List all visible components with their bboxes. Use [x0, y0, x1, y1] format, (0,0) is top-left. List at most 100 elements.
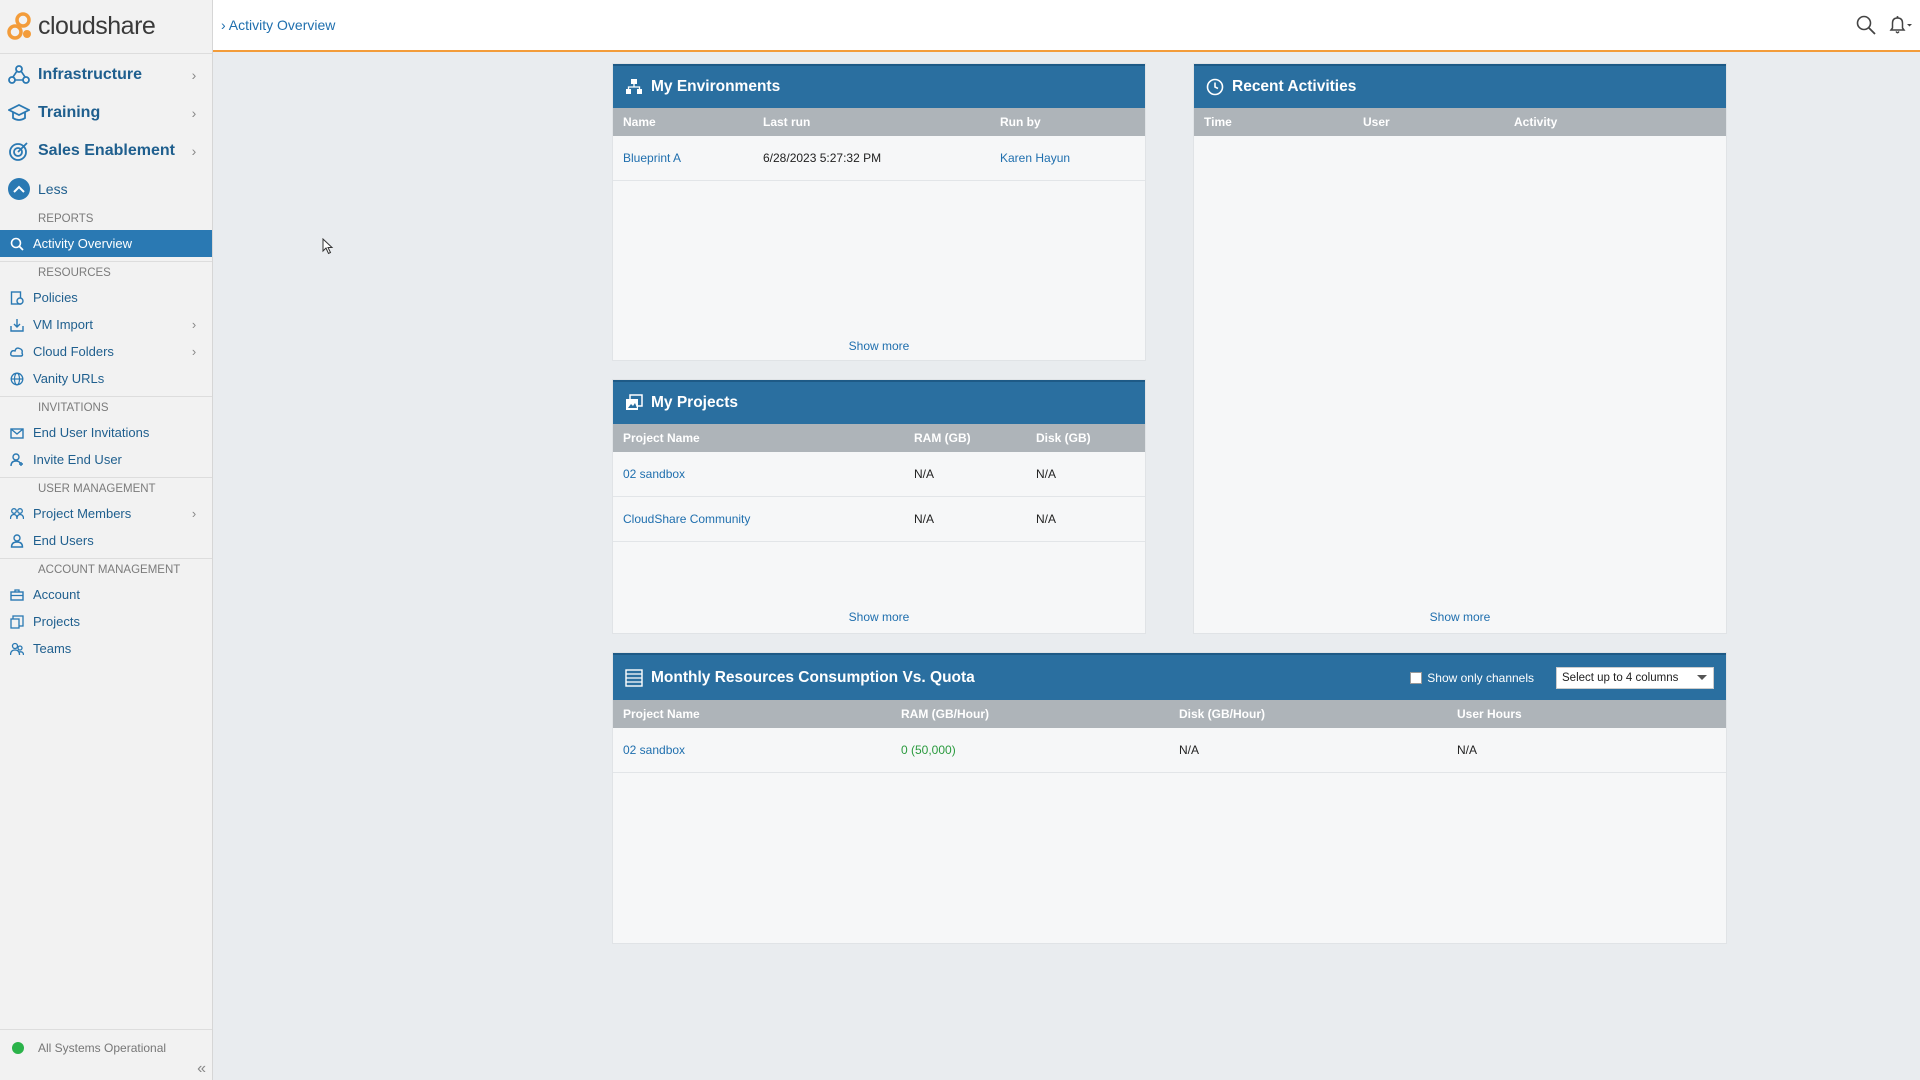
- table-row: Blueprint A 6/28/2023 5:27:32 PM Karen H…: [613, 136, 1145, 181]
- run-by-link[interactable]: Karen Hayun: [990, 151, 1070, 165]
- panel-title: Monthly Resources Consumption Vs. Quota: [651, 668, 975, 686]
- chevron-right-icon: ›: [191, 344, 197, 359]
- user-hours-value: N/A: [1457, 743, 1478, 757]
- sidebar-item-label: Account: [33, 587, 80, 602]
- project-name-link[interactable]: 02 sandbox: [613, 467, 904, 481]
- sidebar-item-label: VM Import: [33, 317, 93, 332]
- column-header[interactable]: Name: [613, 115, 753, 129]
- column-header[interactable]: Run by: [990, 115, 1041, 129]
- table-header: Project Name RAM (GB/Hour) Disk (GB/Hour…: [613, 700, 1726, 728]
- cloud-folder-icon: [10, 346, 24, 357]
- import-icon: [10, 318, 24, 332]
- disk-value: N/A: [1036, 467, 1057, 481]
- sidebar-item-label: Policies: [33, 290, 78, 305]
- panel-header: Recent Activities: [1194, 64, 1726, 108]
- sidebar-item-label: Invite End User: [33, 452, 122, 467]
- column-header[interactable]: RAM (GB): [904, 431, 1026, 445]
- panel-header: My Projects: [613, 380, 1145, 424]
- infrastructure-icon: [8, 65, 30, 84]
- last-run-value: 6/28/2023 5:27:32 PM: [763, 151, 882, 165]
- sidebar-item-account[interactable]: Account: [0, 581, 212, 608]
- column-header[interactable]: Project Name: [613, 707, 891, 721]
- sidebar-item-projects[interactable]: Projects: [0, 608, 212, 635]
- chevron-right-icon: ›: [191, 506, 197, 521]
- columns-select[interactable]: Select up to 4 columns: [1556, 666, 1714, 689]
- notification-bell-icon[interactable]: [1888, 15, 1914, 35]
- caret-down-icon: [1697, 675, 1707, 680]
- column-header[interactable]: Last run: [753, 115, 990, 129]
- show-more-link[interactable]: Show more: [613, 610, 1145, 624]
- collapse-sidebar-icon[interactable]: «: [197, 1060, 206, 1078]
- sidebar-item-invite-end-user[interactable]: Invite End User: [0, 446, 212, 473]
- show-more-link[interactable]: Show more: [1194, 610, 1726, 624]
- column-header[interactable]: Activity: [1504, 115, 1557, 129]
- chevron-right-icon: ›: [191, 317, 197, 332]
- projects-icon: [626, 394, 643, 410]
- project-name-link[interactable]: CloudShare Community: [613, 512, 904, 526]
- table-header: Time User Activity: [1194, 108, 1726, 136]
- sidebar-item-vanity-urls[interactable]: Vanity URLs: [0, 365, 212, 392]
- sidebar-item-end-user-invitations[interactable]: End User Invitations: [0, 419, 212, 446]
- table-row: 02 sandbox 0 (50,000) N/A N/A: [613, 728, 1726, 773]
- nav-infrastructure[interactable]: Infrastructure ›: [0, 56, 212, 94]
- environments-icon: [626, 79, 642, 94]
- sidebar-item-label: Teams: [33, 641, 72, 656]
- sidebar-item-label: Vanity URLs: [33, 371, 105, 386]
- show-more-link[interactable]: Show more: [613, 339, 1145, 353]
- less-toggle[interactable]: Less: [0, 170, 212, 208]
- policy-icon: [10, 290, 24, 305]
- ram-usage-value: 0 (50,000): [901, 743, 956, 757]
- sidebar-item-policies[interactable]: Policies: [0, 284, 212, 311]
- show-only-channels-label[interactable]: Show only channels: [1427, 671, 1534, 685]
- ram-value: N/A: [914, 467, 935, 481]
- panel-title: My Environments: [651, 78, 781, 95]
- system-status: All Systems Operational «: [0, 1029, 212, 1080]
- search-chart-icon: [10, 237, 24, 251]
- environment-name-link[interactable]: Blueprint A: [613, 151, 753, 165]
- my-projects-panel: My Projects Project Name RAM (GB) Disk (…: [613, 380, 1145, 633]
- sidebar-item-cloud-folders[interactable]: Cloud Folders ›: [0, 338, 212, 365]
- column-header[interactable]: Disk (GB): [1026, 431, 1091, 445]
- team-icon: [10, 642, 24, 655]
- table-row: CloudShare Community N/A N/A: [613, 497, 1145, 542]
- status-text[interactable]: All Systems Operational: [38, 1041, 166, 1055]
- column-header[interactable]: User Hours: [1447, 707, 1522, 721]
- column-header[interactable]: RAM (GB/Hour): [891, 707, 1169, 721]
- breadcrumb-current[interactable]: Activity Overview: [229, 17, 336, 33]
- sidebar-item-teams[interactable]: Teams: [0, 635, 212, 662]
- ram-value: N/A: [914, 512, 935, 526]
- graduation-cap-icon: [8, 103, 30, 121]
- section-user-management: USER MANAGEMENT: [0, 477, 212, 500]
- nav-sales-enablement-label: Sales Enablement: [38, 142, 175, 159]
- panel-header: Monthly Resources Consumption Vs. Quota …: [613, 653, 1726, 700]
- search-icon[interactable]: [1856, 15, 1876, 35]
- globe-icon: [10, 372, 24, 385]
- nav-training[interactable]: Training ›: [0, 94, 212, 132]
- section-resources: RESOURCES: [0, 261, 212, 284]
- section-account-management: ACCOUNT MANAGEMENT: [0, 558, 212, 581]
- chevron-right-icon: ›: [191, 143, 197, 159]
- column-header[interactable]: Project Name: [613, 431, 904, 445]
- table-list-icon: [625, 668, 643, 687]
- sidebar-item-project-members[interactable]: Project Members ›: [0, 500, 212, 527]
- sidebar-item-vm-import[interactable]: VM Import ›: [0, 311, 212, 338]
- column-header[interactable]: User: [1353, 115, 1504, 129]
- sidebar-item-end-users[interactable]: End Users: [0, 527, 212, 554]
- nav-sales-enablement[interactable]: Sales Enablement ›: [0, 132, 212, 170]
- invitation-icon: [10, 427, 24, 439]
- users-group-icon: [10, 507, 24, 519]
- mouse-cursor-icon: [322, 238, 334, 255]
- cloudshare-logo-icon: [7, 11, 31, 40]
- show-only-channels-checkbox[interactable]: [1410, 671, 1423, 684]
- chevron-right-icon: ›: [191, 105, 197, 121]
- logo[interactable]: cloudshare: [0, 0, 212, 54]
- sidebar-item-activity-overview[interactable]: Activity Overview: [0, 230, 212, 257]
- my-environments-panel: My Environments Name Last run Run by Blu…: [613, 64, 1145, 360]
- panel-header: My Environments: [613, 64, 1145, 108]
- breadcrumb-separator: ›: [221, 17, 226, 33]
- project-name-link[interactable]: 02 sandbox: [613, 743, 891, 757]
- column-header[interactable]: Disk (GB/Hour): [1169, 707, 1447, 721]
- column-header[interactable]: Time: [1194, 115, 1353, 129]
- panel-title: Recent Activities: [1232, 78, 1357, 95]
- section-invitations: INVITATIONS: [0, 396, 212, 419]
